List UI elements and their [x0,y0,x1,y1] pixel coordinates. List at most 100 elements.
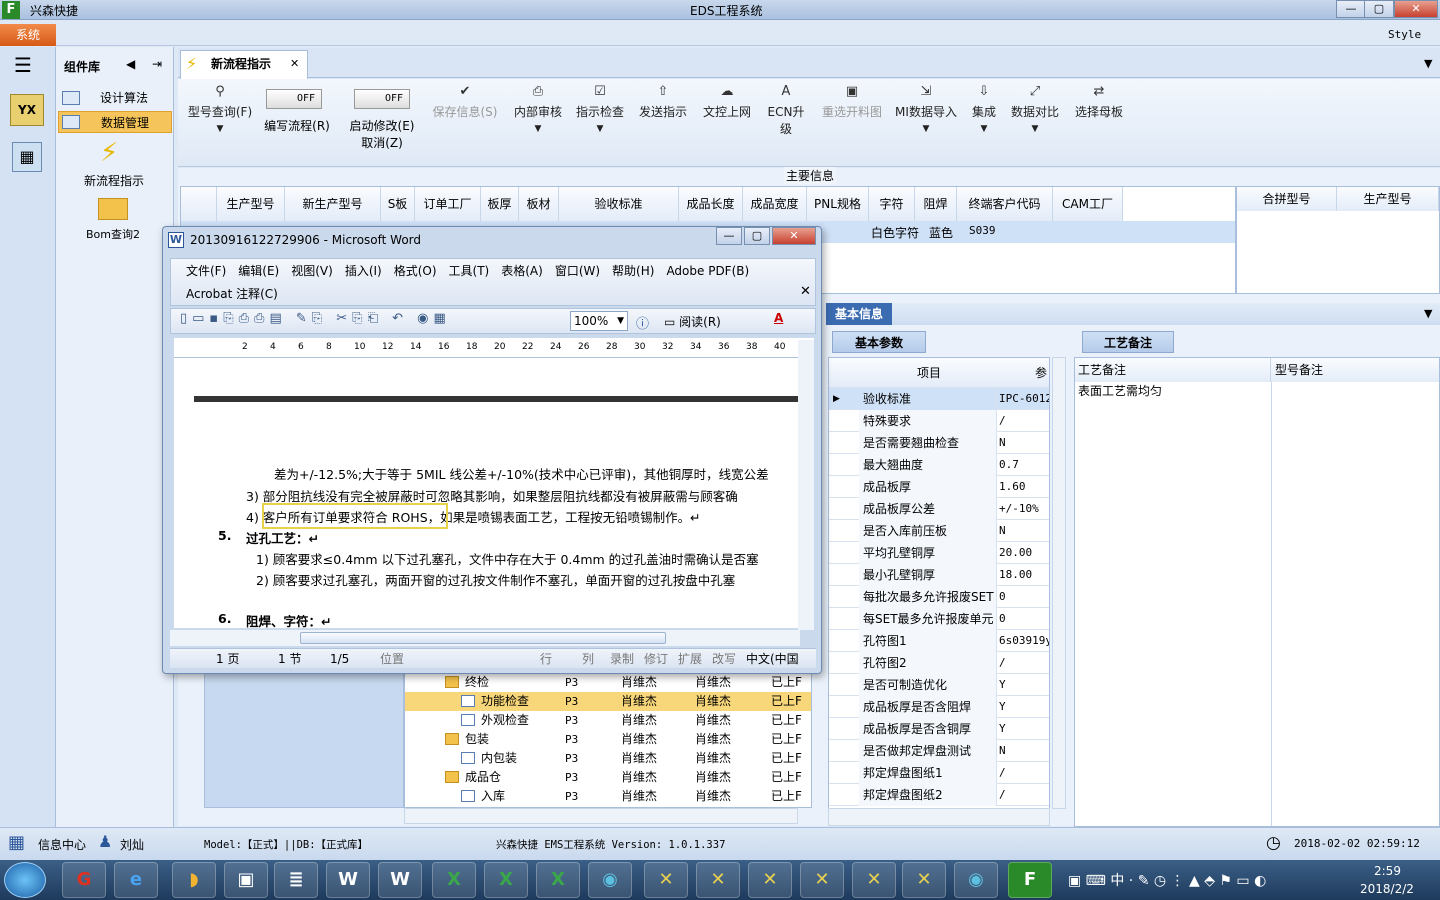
param-row[interactable]: 验收标准 IPC-6012 ▶ [829,388,1049,410]
save-info-button[interactable]: ✔ 保存信息(S) [430,84,500,120]
info-center-label[interactable]: 信息中心 [38,836,86,853]
col-header[interactable]: 合拼型号 [1237,187,1337,211]
excel-icon[interactable]: X [536,862,580,898]
help-icon[interactable]: ⓘ [636,313,649,332]
maximize-button[interactable]: ▢ [1364,0,1394,18]
word-menu-view[interactable]: 视图(V) [291,264,333,278]
param-row[interactable]: 是否入库前压板 N [829,520,1049,542]
param-row[interactable]: 最小孔壁铜厚 18.00 [829,564,1049,586]
type-query-button[interactable]: ⚲ 型号查询(F) ▼ [184,84,256,134]
word-menu-insert[interactable]: 插入(I) [345,264,382,278]
params-hscrollbar[interactable] [828,808,1050,826]
word-menu-table[interactable]: 表格(A) [501,264,543,278]
param-row[interactable]: 是否需要翘曲检查 N [829,432,1049,454]
param-value[interactable]: IPC-6012 [997,388,1049,410]
param-value[interactable]: / [997,784,1049,806]
param-row[interactable]: 成品板厚 1.60 [829,476,1049,498]
hamburger-icon[interactable]: ☰ [14,55,40,76]
calculator-icon[interactable]: ▦ [12,142,42,172]
collapse-icon[interactable]: ◀ [126,57,135,71]
param-row[interactable]: 特殊要求 / [829,410,1049,432]
col-header[interactable]: 成品宽度 [743,187,807,221]
eds-app-icon[interactable]: F [1008,862,1052,898]
window-icon[interactable]: ✕ [748,862,792,898]
bom-query-label[interactable]: Bom查询2 [80,226,146,242]
param-value[interactable]: N [997,520,1049,542]
shell-icon[interactable]: ◗ [172,862,216,898]
word-menu-file[interactable]: 文件(F) [186,264,226,278]
word-close-button[interactable]: ✕ [772,227,816,245]
minimize-button[interactable]: — [1336,0,1366,18]
reselect-image-button[interactable]: ▣ 重选开料图 [820,84,884,120]
tree-row[interactable]: 成品仓 P3 肖维杰 肖维杰 已上F [405,768,811,787]
word-menu-edit[interactable]: 编辑(E) [238,264,279,278]
col-header[interactable]: 新生产型号 [285,187,381,221]
tree-hscrollbar[interactable] [404,808,798,824]
param-value[interactable]: / [997,652,1049,674]
param-row[interactable]: 平均孔壁铜厚 20.00 [829,542,1049,564]
eye-icon[interactable]: ◉ [588,862,632,898]
param-value[interactable]: Y [997,718,1049,740]
param-value[interactable]: 1.60 [997,476,1049,498]
craft-notes-grid[interactable]: 工艺备注 型号备注 表面工艺需均匀 [1074,357,1440,827]
window-icon[interactable]: ✕ [902,862,946,898]
param-value[interactable]: 6s03919y [997,630,1049,652]
tab-close-icon[interactable]: ✕ [290,57,299,70]
yx-app-icon[interactable]: YX [10,94,44,126]
tree-row[interactable]: 终检 P3 肖维杰 肖维杰 已上F [405,673,811,692]
param-value[interactable]: Y [997,696,1049,718]
word-icon[interactable]: W [378,862,422,898]
col-header[interactable]: S板 [381,187,415,221]
zoom-select[interactable]: 100% ▼ [570,311,628,331]
param-value[interactable]: +/-10% [997,498,1049,520]
status-extend[interactable]: 扩展 [678,649,702,669]
param-value[interactable]: 0 [997,586,1049,608]
tree-row[interactable]: 外观检查 P3 肖维杰 肖维杰 已上F [405,711,811,730]
col-header[interactable]: 订单工厂 [415,187,481,221]
excel-icon[interactable]: X [432,862,476,898]
flow-tree[interactable]: 终检 P3 肖维杰 肖维杰 已上F 功能检查 P3 肖维杰 肖维杰 已上F 外观检查 P3 肖维杰 肖维杰… [404,672,812,808]
col-header[interactable]: 验收标准 [559,187,679,221]
param-row[interactable]: 成品板厚是否含铜厚 Y [829,718,1049,740]
send-instruct-button[interactable]: ⇧ 发送指示 [636,84,690,120]
integrate-button[interactable]: ⇩ 集成 ▼ [968,84,1000,134]
word-menu-format[interactable]: 格式(O) [394,264,437,278]
col-header[interactable]: 成品长度 [679,187,743,221]
param-value[interactable]: 0.7 [997,454,1049,476]
merge-model-grid[interactable]: 合拼型号 生产型号 [1236,186,1440,294]
word-maximize-button[interactable]: ▢ [744,227,770,245]
col-header[interactable]: PNL规格 [807,187,869,221]
param-value[interactable]: Y [997,674,1049,696]
upload-online-button[interactable]: ☁ 文控上网 [700,84,754,120]
pin-icon[interactable]: ⇥ [152,57,162,71]
window-icon[interactable]: ✕ [696,862,740,898]
param-value[interactable]: 0 [997,608,1049,630]
col-header[interactable]: 字符 [869,187,915,221]
word-icon[interactable]: W [326,862,370,898]
word-menu-close-icon[interactable]: ✕ [800,284,811,299]
window-icon[interactable]: ✕ [800,862,844,898]
start-button[interactable] [4,862,46,898]
col-header[interactable]: 工艺备注 [1075,358,1271,382]
word-menu-pdf[interactable]: Adobe PDF(B) [666,264,749,278]
lightning-icon[interactable]: ⚡ [100,138,118,168]
tree-row[interactable]: 入库 P3 肖维杰 肖维杰 已上F [405,787,811,806]
ime-indicator[interactable]: 中 [1110,873,1124,889]
stack-icon[interactable]: ≣ [274,862,318,898]
word-vscrollbar[interactable] [798,340,814,630]
col-header[interactable]: 板材 [519,187,559,221]
col-header[interactable]: 生产型号 [1337,187,1439,211]
tab-dropdown-icon[interactable]: ▼ [1424,57,1432,70]
col-header[interactable]: 参 [1035,362,1047,384]
param-row[interactable]: 邦定焊盘图纸1/ [829,762,1049,784]
new-flow-label[interactable]: 新流程指示 [84,172,144,189]
tab-basic-params[interactable]: 基本参数 [832,331,926,353]
system-menu-button[interactable]: 系统 [0,24,56,46]
status-overwrite[interactable]: 改写 [712,649,736,669]
param-row[interactable]: 每SET最多允许报废单元 0 [829,608,1049,630]
taskbar-app-icon[interactable]: G [62,862,106,898]
edit-flow-toggle[interactable]: OFF [266,89,322,109]
param-row[interactable]: 孔符图1 6s03919y [829,630,1049,652]
col-header[interactable]: 项目 [917,362,941,384]
window-icon[interactable]: ✕ [852,862,896,898]
